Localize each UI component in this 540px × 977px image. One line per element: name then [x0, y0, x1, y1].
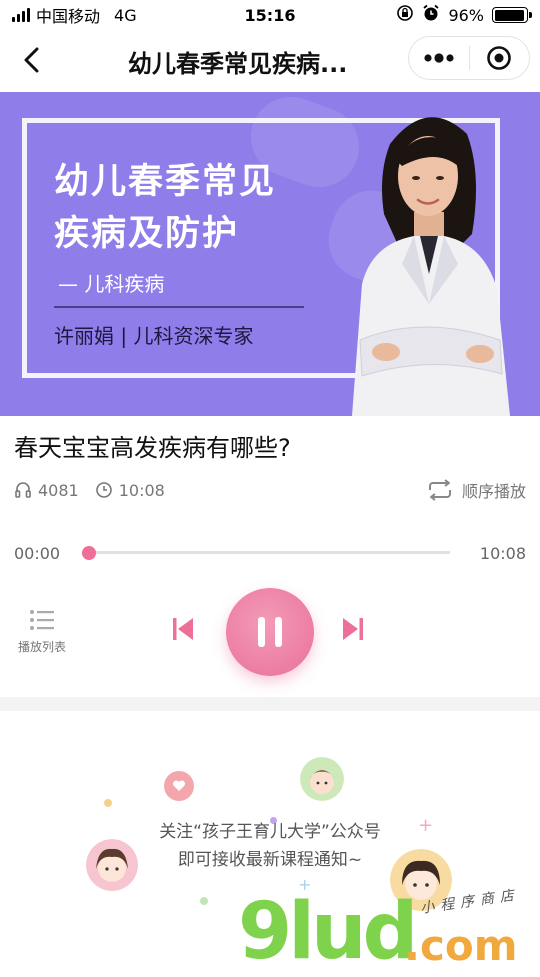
progress-bar: 00:00 10:08 [14, 541, 526, 565]
progress-knob[interactable] [82, 546, 96, 560]
mini-program-capsule [408, 36, 530, 80]
play-mode-label: 顺序播放 [461, 482, 526, 501]
heart-icon [172, 780, 186, 791]
play-count: 4081 [38, 480, 79, 500]
target-icon [487, 46, 512, 70]
banner-title-line2: 疾病及防护 [54, 214, 240, 254]
avatar [300, 757, 344, 801]
doctor-photo [352, 117, 510, 416]
next-button[interactable] [338, 614, 368, 648]
repeat-icon [428, 479, 451, 501]
promo-line2: 即可接收最新课程通知~ [177, 850, 363, 870]
headphones-icon [14, 481, 32, 499]
playlist-label: 播放列表 [17, 640, 66, 654]
battery-percent: 96% [448, 5, 484, 25]
status-bar: 中国移动 4G 15:16 96% [0, 0, 540, 30]
navigation-bar: 幼儿春季常见疾病... [0, 30, 540, 90]
back-button[interactable] [14, 42, 50, 78]
progress-track[interactable] [88, 551, 450, 554]
current-time: 00:00 [14, 543, 61, 563]
close-mini-program-button[interactable] [469, 36, 529, 80]
watermark-suffix: .com [404, 921, 518, 970]
network-type: 4G [114, 5, 137, 25]
promo-line1: 关注“孩子王育儿大学”公众号 [159, 822, 381, 842]
heart-badge [164, 771, 194, 801]
clock-icon [95, 481, 113, 499]
banner-subtitle: — 儿科疾病 [58, 272, 165, 296]
battery-icon [492, 7, 532, 23]
alarm-icon [422, 4, 440, 26]
more-dots-icon [424, 53, 454, 63]
watermark-logo: 9lud [238, 887, 418, 977]
lesson-duration: 10:08 [118, 480, 165, 500]
previous-button[interactable] [168, 614, 198, 648]
signal-icon [12, 8, 30, 22]
pause-icon-bar [258, 617, 265, 647]
skip-previous-icon [173, 618, 193, 640]
banner-divider [54, 306, 304, 308]
lesson-title: 春天宝宝高发疾病有哪些? [14, 434, 291, 462]
course-banner: 幼儿春季常见 疾病及防护 — 儿科疾病 许丽娟 | 儿科资深专家 [0, 92, 540, 416]
play-mode-toggle[interactable]: 顺序播放 [426, 478, 526, 502]
banner-title-line1: 幼儿春季常见 [54, 162, 277, 202]
follow-promo: + + 关注“孩子王育儿大学”公众号 即可接收最新课程通知~ 9lud 小程序商… [0, 711, 540, 977]
decor-dot [104, 799, 112, 807]
carrier-name: 中国移动 [36, 7, 101, 26]
page-title: 幼儿春季常见疾病... [128, 50, 348, 78]
list-icon [30, 610, 54, 630]
section-divider [0, 697, 540, 711]
rotation-lock-icon [396, 4, 414, 26]
total-time: 10:08 [479, 543, 526, 563]
decor-dot [200, 897, 208, 905]
pause-icon-bar [275, 617, 282, 647]
more-button[interactable] [409, 36, 469, 80]
lesson-meta: 4081 10:08 顺序播放 [14, 478, 526, 502]
skip-next-icon [343, 618, 363, 640]
chevron-left-icon [24, 47, 39, 73]
playlist-button[interactable]: 播放列表 [12, 608, 72, 655]
player-controls: 播放列表 [0, 584, 540, 680]
pause-button[interactable] [226, 588, 314, 676]
banner-speaker: 许丽娟 | 儿科资深专家 [54, 324, 254, 348]
